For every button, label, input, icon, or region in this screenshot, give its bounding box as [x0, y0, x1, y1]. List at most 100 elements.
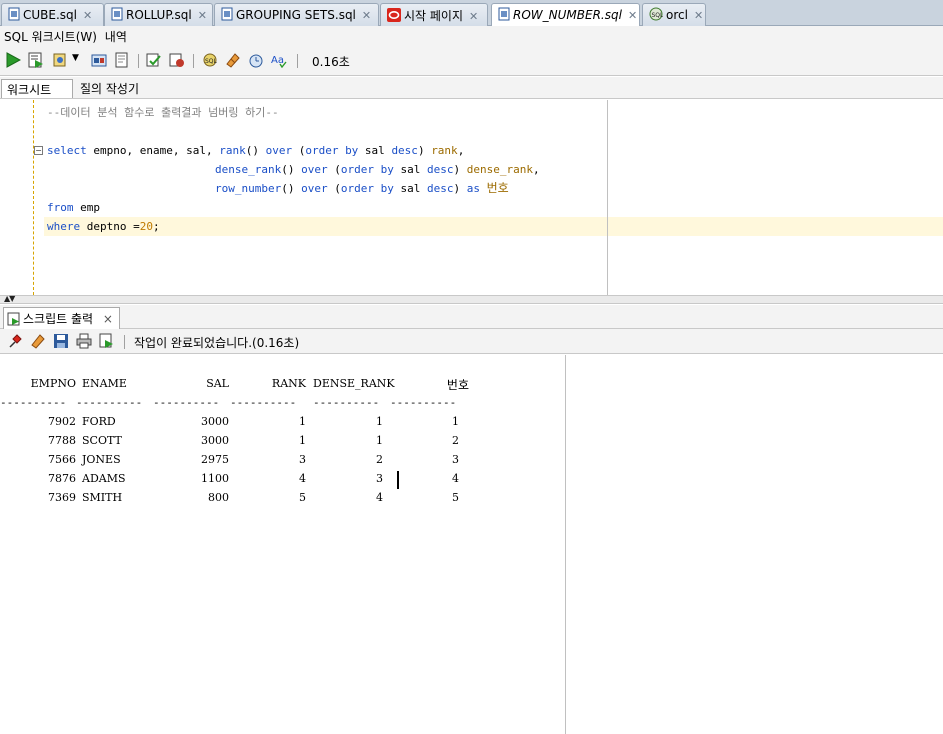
oracle-icon — [387, 8, 401, 22]
current-line-highlight — [44, 217, 943, 236]
cell-sal: 800 — [208, 491, 229, 504]
divider-dashes: ---------- — [230, 396, 297, 409]
close-icon[interactable]: ✕ — [694, 9, 703, 22]
clear-eraser-icon[interactable] — [225, 52, 241, 68]
editor-gutter — [33, 100, 34, 295]
cell-ename: SCOTT — [82, 434, 122, 447]
sql-text: sal — [393, 182, 427, 195]
tab-orcl[interactable]: SQL orcl ✕ — [642, 3, 706, 26]
script-output-area[interactable]: EMPNO ENAME SAL RANK DENSE_RANK 번호 -----… — [0, 355, 943, 734]
splitter-arrows-icon[interactable]: ▲▼ — [4, 294, 15, 303]
code-select-line: select empno, ename, sal, rank() over (o… — [47, 141, 464, 160]
toolbar-separator — [193, 54, 194, 68]
close-icon[interactable]: ✕ — [469, 10, 478, 23]
sql-keyword: where — [47, 220, 81, 233]
tab-cube-sql[interactable]: CUBE.sql ✕ — [1, 3, 104, 26]
cell-rank: 5 — [299, 491, 306, 504]
history-tab[interactable]: 내역 — [105, 30, 127, 44]
code-row-number-line: row_number() over (order by sal desc) as… — [215, 179, 509, 198]
col-header-rank: RANK — [271, 377, 306, 390]
tab-script-output[interactable]: 스크립트 출력 × — [3, 307, 120, 329]
cell-empno: 7566 — [48, 453, 76, 466]
col-header-ename: ENAME — [82, 377, 127, 390]
sql-history-icon[interactable] — [248, 52, 264, 68]
svg-text:SQL: SQL — [205, 58, 218, 65]
divider-dashes: ---------- — [390, 396, 457, 409]
sql-keyword: as — [466, 182, 480, 195]
sql-keyword: desc — [426, 182, 454, 195]
cell-rank: 4 — [299, 472, 306, 485]
dropdown-chevron-icon[interactable]: ▼ — [72, 53, 79, 63]
cell-dense-rank: 4 — [376, 491, 383, 504]
worksheet-title[interactable]: SQL 워크시트(W) — [4, 30, 97, 44]
rollback-icon[interactable] — [169, 52, 185, 68]
commit-icon[interactable] — [52, 52, 68, 68]
code-where-line: where deptno =20; — [47, 217, 160, 236]
open-script-icon[interactable] — [99, 333, 115, 349]
close-icon[interactable]: ✕ — [362, 9, 371, 22]
worksheet-subtabs: 워크시트 질의 작성기 — [0, 77, 943, 99]
status-message: 작업이 완료되었습니다.(0.16초) — [134, 336, 300, 350]
code-comment-line: --데이터 분석 함수로 출력결과 넘버링 하기-- — [47, 103, 279, 122]
clear-eraser-icon[interactable] — [30, 333, 46, 349]
panel-splitter[interactable]: ▲▼ — [0, 294, 943, 304]
close-icon[interactable]: ✕ — [628, 9, 637, 22]
connection-icon: SQL — [649, 7, 663, 21]
run-statement-icon[interactable] — [5, 52, 21, 68]
cell-number: 3 — [452, 453, 459, 466]
autotrace-icon[interactable] — [114, 52, 130, 68]
cell-rank: 1 — [299, 434, 306, 447]
close-icon[interactable]: × — [103, 312, 113, 326]
pin-icon[interactable] — [7, 333, 23, 349]
divider-dashes: ---------- — [0, 396, 67, 409]
sql-text: ) — [453, 182, 467, 195]
tab-worksheet[interactable]: 워크시트 — [1, 79, 73, 98]
cell-sal: 3000 — [201, 434, 229, 447]
fold-toggle-icon[interactable]: − — [34, 146, 43, 155]
save-disk-icon[interactable] — [53, 333, 69, 349]
format-case-icon[interactable]: Aa — [271, 52, 287, 68]
worksheet-toolbar: ▼ SQL Aa 0.16초 — [0, 46, 943, 76]
tab-rollup-sql[interactable]: ROLLUP.sql ✕ — [104, 3, 213, 26]
col-header-number: 번호 — [446, 378, 469, 392]
cell-number: 1 — [452, 415, 459, 428]
run-script-icon[interactable] — [28, 52, 44, 68]
sql-function: rank — [219, 144, 246, 157]
sql-text: , — [457, 144, 465, 157]
explain-plan-icon[interactable] — [91, 52, 107, 68]
svg-text:SQL: SQL — [652, 12, 664, 19]
close-icon[interactable]: ✕ — [83, 9, 92, 22]
close-icon[interactable]: ✕ — [198, 9, 207, 22]
sql-alias: rank — [431, 144, 458, 157]
print-icon[interactable] — [76, 333, 92, 349]
output-divider — [565, 355, 566, 734]
toolbar-separator — [297, 54, 298, 68]
tab-start-page[interactable]: 시작 페이지 ✕ — [380, 3, 488, 26]
editor-right-margin — [607, 100, 608, 295]
cell-sal: 3000 — [201, 415, 229, 428]
sql-text: ( — [292, 144, 306, 157]
toolbar-separator — [124, 335, 125, 349]
tab-row-number-sql[interactable]: ROW_NUMBER.sql ✕ — [491, 3, 640, 27]
sql-editor[interactable]: − --데이터 분석 함수로 출력결과 넘버링 하기-- select empn… — [0, 100, 943, 295]
divider-dashes: ---------- — [313, 396, 380, 409]
commit-transaction-icon[interactable] — [146, 52, 162, 68]
sql-tuning-icon[interactable]: SQL — [202, 52, 218, 68]
output-toolbar: 작업이 완료되었습니다.(0.16초) — [0, 329, 943, 354]
sql-text: , — [532, 163, 540, 176]
sql-text: sal — [393, 163, 427, 176]
tab-query-builder[interactable]: 질의 작성기 — [75, 79, 144, 98]
sql-function: row_number — [215, 182, 282, 195]
output-tab-bar: 스크립트 출력 × — [0, 305, 943, 329]
sql-alias: 번호 — [486, 181, 509, 195]
tab-grouping-sets-sql[interactable]: GROUPING SETS.sql ✕ — [214, 3, 379, 26]
sql-text: ) — [417, 144, 432, 157]
sql-keyword: from — [47, 201, 74, 214]
sql-text: () — [281, 182, 302, 195]
col-header-dense-rank: DENSE_RANK — [313, 377, 395, 390]
cell-dense-rank: 1 — [376, 434, 383, 447]
editor-tab-bar: CUBE.sql ✕ ROLLUP.sql ✕ GROUPING SETS.sql ✕… — [0, 0, 943, 27]
cell-number: 4 — [452, 472, 459, 485]
sql-keyword: order by — [340, 182, 394, 195]
